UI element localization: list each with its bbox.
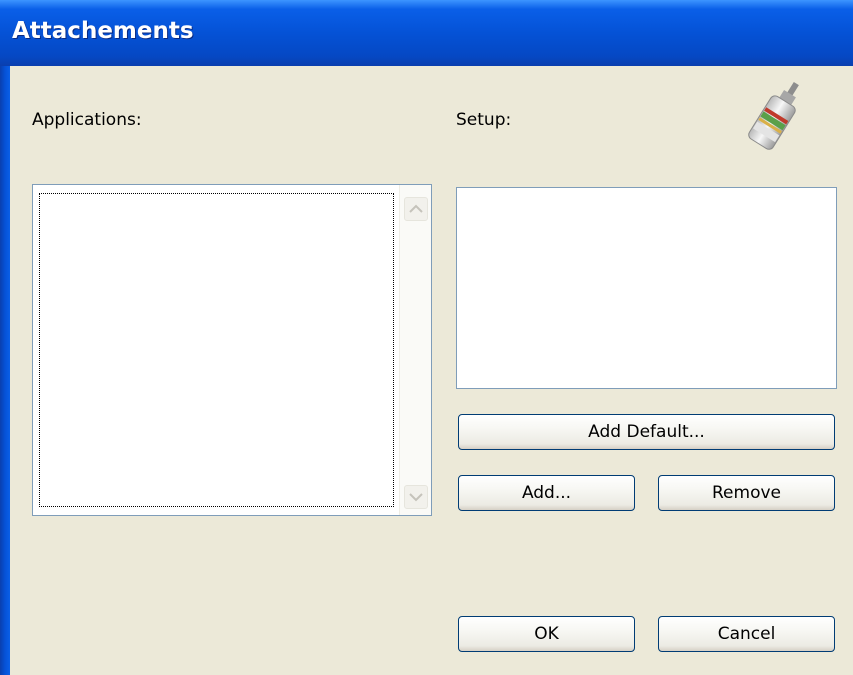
scroll-up-button[interactable] bbox=[404, 197, 428, 221]
scroll-up-arrow-icon bbox=[409, 204, 423, 213]
title-bar[interactable]: Attachements bbox=[0, 0, 853, 66]
setup-label: Setup: bbox=[456, 110, 512, 130]
attachments-dialog: Attachements Applications: Setup: Add De… bbox=[0, 0, 853, 675]
scroll-down-arrow-icon bbox=[409, 493, 423, 502]
applications-listbox[interactable] bbox=[32, 184, 432, 516]
cancel-button[interactable]: Cancel bbox=[658, 616, 835, 652]
ok-button[interactable]: OK bbox=[458, 616, 635, 652]
scroll-down-button[interactable] bbox=[404, 485, 428, 509]
applications-label: Applications: bbox=[32, 110, 142, 130]
setup-listbox[interactable] bbox=[456, 187, 837, 389]
glue-bottle-icon bbox=[748, 76, 804, 160]
listbox-focus-rect bbox=[39, 193, 394, 507]
add-button[interactable]: Add... bbox=[458, 475, 635, 511]
add-default-button[interactable]: Add Default... bbox=[458, 414, 835, 450]
applications-scrollbar[interactable] bbox=[399, 185, 431, 515]
window-title: Attachements bbox=[12, 18, 194, 44]
window-left-border bbox=[0, 66, 10, 675]
remove-button[interactable]: Remove bbox=[658, 475, 835, 511]
